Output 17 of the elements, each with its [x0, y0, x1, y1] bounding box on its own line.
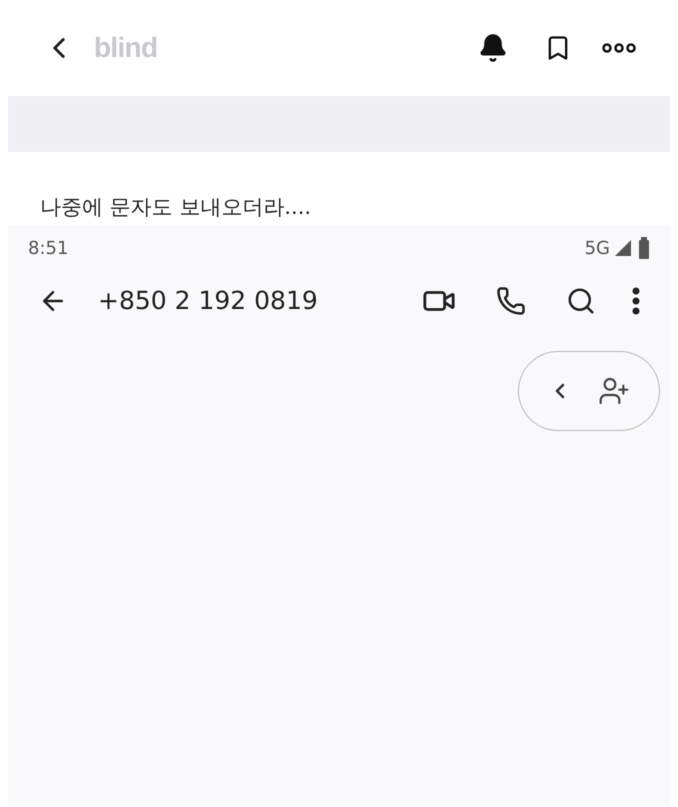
search-button[interactable]: [566, 286, 596, 316]
phone-icon: [496, 286, 526, 316]
notification-button[interactable]: [478, 33, 508, 63]
call-button[interactable]: [496, 286, 526, 316]
battery-icon: [638, 237, 650, 259]
more-button[interactable]: [632, 287, 640, 315]
status-time: 8:51: [28, 236, 68, 260]
bell-icon: [478, 33, 508, 63]
signal-icon: [614, 239, 632, 257]
post-text: 나중에 문자도 보내오더라....: [40, 194, 312, 220]
add-contact-icon: [598, 375, 630, 407]
more-button[interactable]: [602, 43, 636, 53]
search-icon: [566, 286, 596, 316]
more-icon: [602, 43, 636, 53]
network-label: 5G: [584, 236, 610, 260]
more-vertical-icon: [632, 287, 640, 315]
conversation-title: +850 2 192 0819: [98, 285, 318, 318]
